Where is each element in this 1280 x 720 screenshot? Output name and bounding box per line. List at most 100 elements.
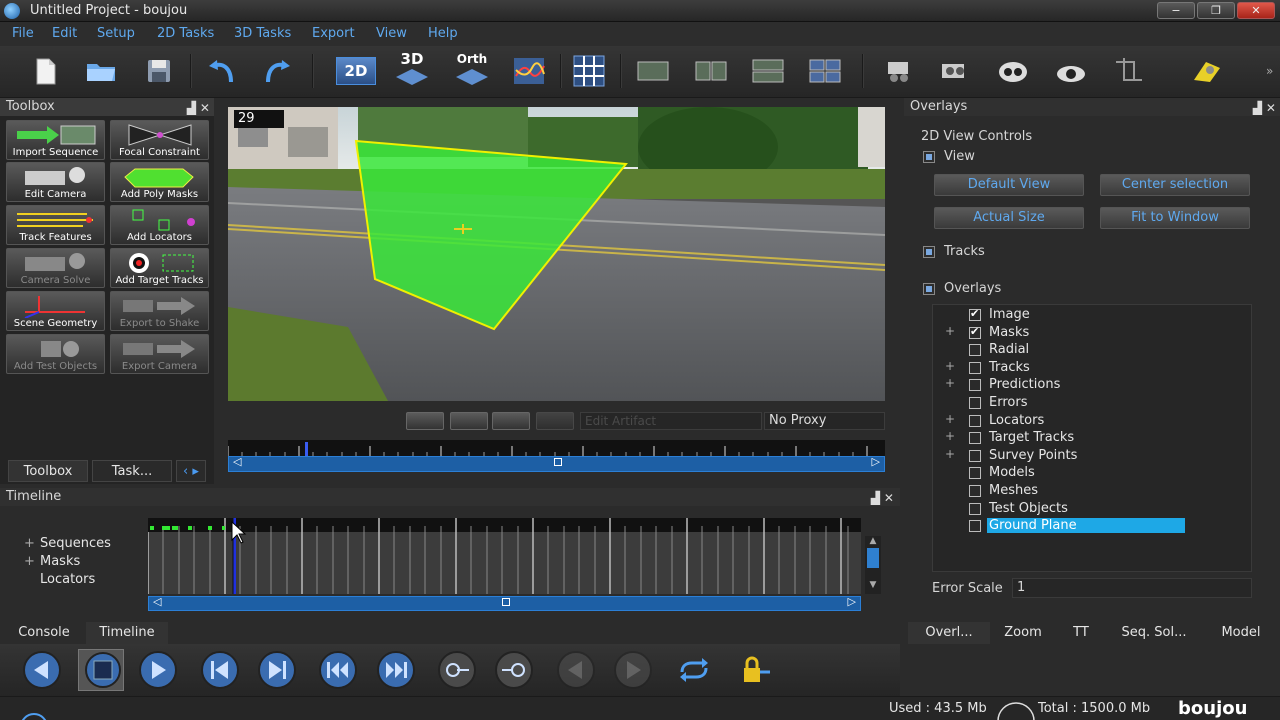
range-end-handle-icon[interactable]: ▷ [848,595,856,608]
tree-item-meshes[interactable]: Meshes [933,483,1233,501]
yellow-tool-icon[interactable] [1190,54,1224,88]
camera-lens-icon[interactable] [1054,54,1088,88]
image-checkbox[interactable] [969,307,981,321]
tree-item-tracks[interactable]: + Tracks [933,359,1233,378]
minimize-button[interactable]: − [1157,2,1195,19]
camera-track-icon[interactable] [996,54,1030,88]
proxy-select[interactable]: No Proxy [764,412,885,430]
expand-icon[interactable]: + [24,554,35,569]
tree-item-target-tracks[interactable]: + Target Tracks [933,429,1233,448]
range-end-handle-icon[interactable]: ▷ [872,455,880,468]
survey-points-checkbox[interactable] [969,450,981,462]
masks-checkbox[interactable] [969,325,981,339]
tab-scroll-arrows-icon[interactable]: ‹ ▸ [176,460,206,482]
models-checkbox[interactable] [969,467,981,479]
step-backward-icon[interactable] [200,650,240,690]
graph-view-icon[interactable] [512,54,546,88]
tree-item-locators[interactable]: + Locators [933,412,1233,431]
expand-icon[interactable]: + [945,376,955,390]
tab-task[interactable]: Task... [92,460,172,482]
menu-2d-tasks[interactable]: 2D Tasks [157,26,214,41]
menu-view[interactable]: View [376,26,407,41]
tool-add-test-objects[interactable]: Add Test Objects [6,334,105,374]
tab-console[interactable]: Console [6,622,82,644]
expand-icon[interactable]: + [945,412,955,426]
scroll-down-icon[interactable]: ▼ [865,580,881,590]
layout-single-icon[interactable] [636,54,670,88]
next-disabled-icon[interactable] [613,650,653,690]
expand-icon[interactable]: + [945,359,955,373]
tree-item-predictions[interactable]: + Predictions [933,376,1233,395]
panel-pin-close-icon[interactable]: ▟ ✕ [1253,99,1276,117]
menu-file[interactable]: File [12,26,34,41]
stop-button[interactable] [78,649,124,691]
tree-item-survey-points[interactable]: + Survey Points [933,447,1233,466]
test-objects-checkbox[interactable] [969,503,981,515]
viewer-scrubber[interactable] [227,440,885,456]
locators-checkbox[interactable] [969,415,981,427]
viewer-range-bar[interactable]: ◁ ▷ [228,455,885,472]
expand-icon[interactable]: + [945,429,955,443]
timeline-range-bar[interactable]: ◁ ▷ [148,595,861,611]
panel-pin-close-icon[interactable]: ▟ ✕ [187,99,210,117]
menu-help[interactable]: Help [428,26,458,41]
key-forward-icon[interactable] [494,650,534,690]
tracks-tree-checkbox[interactable] [969,362,981,374]
tab-zoom[interactable]: Zoom [990,622,1056,644]
tool-export-camera[interactable]: Export Camera [110,334,209,374]
actual-size-button[interactable]: Actual Size [934,207,1084,229]
tool-camera-solve[interactable]: Camera Solve [6,248,105,288]
display-mode-icon[interactable] [450,412,488,430]
center-selection-button[interactable]: Center selection [1100,174,1250,196]
grid-layout-icon[interactable] [572,54,606,88]
go-to-start-icon[interactable] [318,650,358,690]
tree-item-image[interactable]: Image [933,307,1233,325]
tree-item-radial[interactable]: Radial [933,342,1233,360]
errors-checkbox[interactable] [969,397,981,409]
close-button[interactable]: ✕ [1237,2,1275,19]
scroll-up-icon[interactable]: ▲ [865,536,881,546]
fit-to-window-button[interactable]: Fit to Window [1100,207,1250,229]
tab-toolbox[interactable]: Toolbox [8,460,88,482]
menu-setup[interactable]: Setup [97,26,135,41]
view-2d-button[interactable]: 2D [336,51,376,91]
go-to-end-icon[interactable] [376,650,416,690]
tool-add-locators[interactable]: Add Locators [110,205,209,245]
predictions-checkbox[interactable] [969,379,981,391]
timeline-row-sequences[interactable]: Sequences [40,536,111,551]
play-backward-icon[interactable] [22,650,62,690]
redo-icon[interactable] [260,54,294,88]
crop-region-icon[interactable] [1112,54,1146,88]
clear-edit-icon[interactable] [536,412,574,430]
lock-icon[interactable] [736,650,776,690]
panel-pin-close-icon[interactable]: ▟ ✕ [871,489,894,507]
tool-focal-constraint[interactable]: Focal Constraint [110,120,209,160]
range-center-handle-icon[interactable] [502,598,510,606]
range-start-handle-icon[interactable]: ◁ [153,595,161,608]
maximize-button[interactable]: ❐ [1197,2,1235,19]
tree-item-test-objects[interactable]: Test Objects [933,501,1233,519]
tab-timeline[interactable]: Timeline [86,622,168,644]
tool-import-sequence[interactable]: Import Sequence [6,120,105,160]
tree-item-masks[interactable]: + Masks [933,324,1233,343]
default-view-button[interactable]: Default View [934,174,1084,196]
expand-icon[interactable]: + [945,447,955,461]
edit-artifact-field[interactable]: Edit Artifact [580,412,762,430]
undo-icon[interactable] [205,54,239,88]
view-checkbox[interactable] [923,151,935,163]
open-folder-icon[interactable] [84,54,118,88]
view-3d-button[interactable]: 3D [392,51,432,91]
save-icon[interactable] [142,54,176,88]
layout-split-vertical-icon[interactable] [694,54,728,88]
timeline-scrollbar[interactable]: ▲ ▼ [865,536,881,594]
overlays-checkbox[interactable] [923,283,935,295]
menu-edit[interactable]: Edit [52,26,77,41]
tool-scene-geometry[interactable]: Scene Geometry [6,291,105,331]
timeline-row-locators[interactable]: Locators [40,572,95,587]
range-center-handle-icon[interactable] [554,458,562,466]
camera-path-icon[interactable] [882,54,916,88]
menu-export[interactable]: Export [312,26,355,41]
tool-add-poly-masks[interactable]: Add Poly Masks [110,162,209,202]
play-forward-icon[interactable] [138,650,178,690]
expand-icon[interactable]: + [945,324,955,338]
